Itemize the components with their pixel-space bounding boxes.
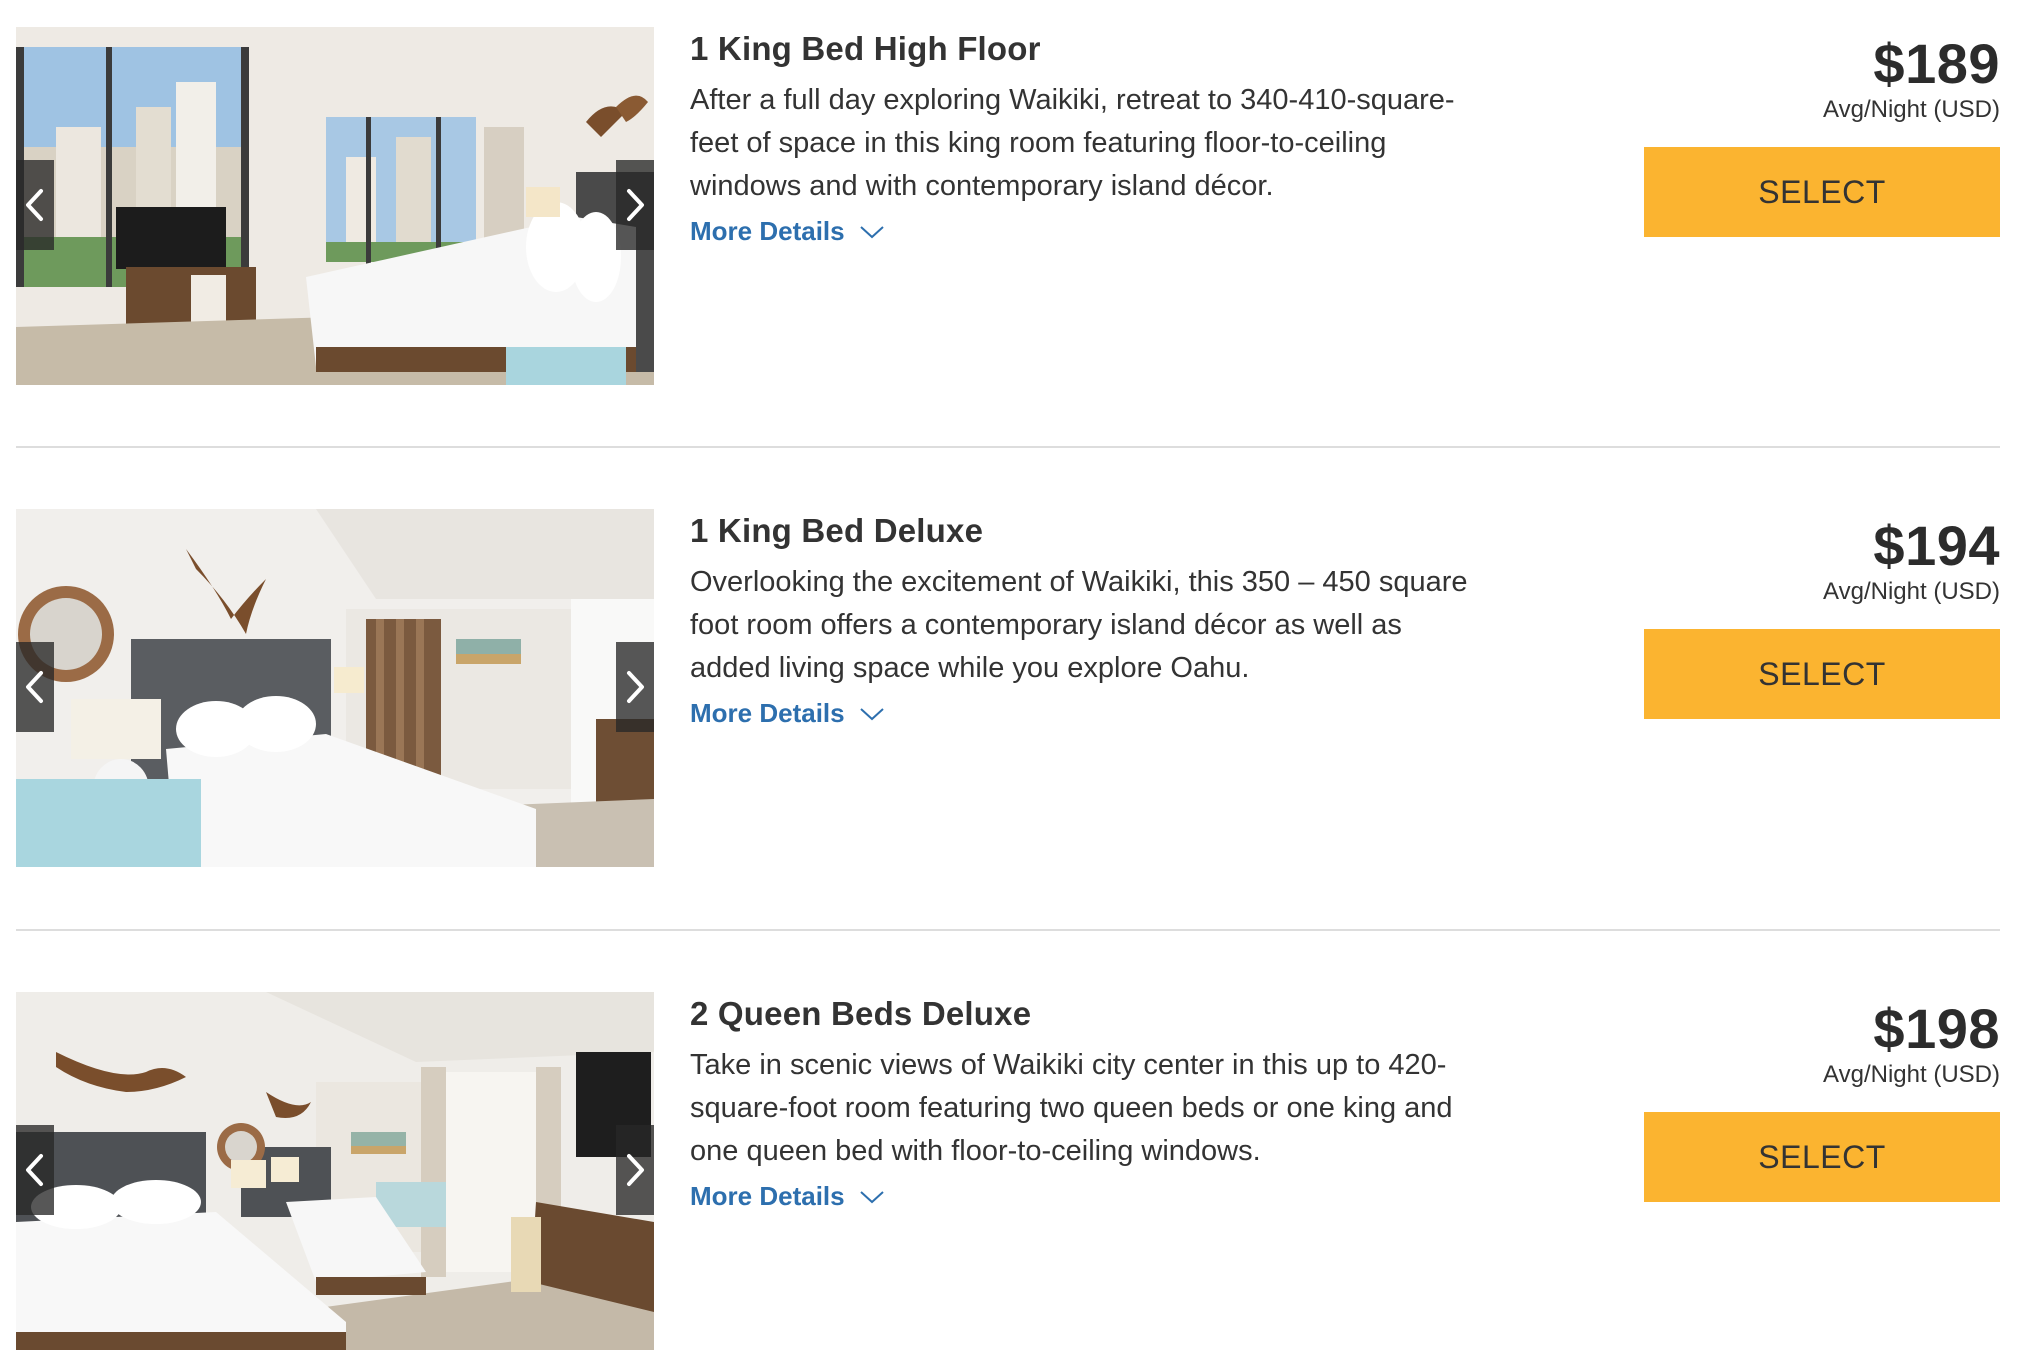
- chevron-left-icon: [26, 671, 43, 703]
- room-title: 1 King Bed Deluxe: [690, 512, 984, 549]
- chevron-right-icon: [627, 671, 644, 703]
- select-room-button[interactable]: SELECT: [1644, 629, 2000, 719]
- price-column: $194 Avg/Night (USD) SELECT: [1640, 509, 2000, 719]
- chevron-right-icon: [627, 1154, 644, 1186]
- price-unit-label: Avg/Night (USD): [1823, 578, 2000, 605]
- carousel-prev-button[interactable]: [16, 1125, 54, 1215]
- room-price: $189: [1873, 32, 2000, 95]
- chevron-down-icon: [859, 707, 884, 720]
- room-price: $194: [1873, 514, 2000, 577]
- chevron-down-icon: [859, 1190, 884, 1203]
- select-room-button[interactable]: SELECT: [1644, 147, 2000, 237]
- carousel-next-button[interactable]: [616, 642, 654, 732]
- more-details-link[interactable]: More Details: [690, 216, 885, 247]
- price-unit-label: Avg/Night (USD): [1823, 1061, 2000, 1088]
- more-details-label: More Details: [690, 216, 845, 246]
- room-image-carousel[interactable]: [16, 27, 654, 385]
- price-column: $198 Avg/Night (USD) SELECT: [1640, 992, 2000, 1202]
- more-details-label: More Details: [690, 698, 845, 728]
- room-image-carousel[interactable]: [16, 992, 654, 1350]
- room-photo: [16, 27, 654, 385]
- room-divider: [16, 446, 2000, 448]
- chevron-left-icon: [26, 189, 43, 221]
- room-title: 1 King Bed High Floor: [690, 30, 1041, 67]
- price-unit-label: Avg/Night (USD): [1823, 96, 2000, 123]
- select-room-button[interactable]: SELECT: [1644, 1112, 2000, 1202]
- price-column: $189 Avg/Night (USD) SELECT: [1640, 27, 2000, 237]
- room-divider: [16, 929, 2000, 931]
- more-details-label: More Details: [690, 1181, 845, 1211]
- room-title: 2 Queen Beds Deluxe: [690, 995, 1032, 1032]
- carousel-prev-button[interactable]: [16, 160, 54, 250]
- more-details-link[interactable]: More Details: [690, 1181, 885, 1212]
- room-image-carousel[interactable]: [16, 509, 654, 867]
- room-card: 1 King Bed Deluxe Overlooking the excite…: [16, 509, 2000, 869]
- room-price: $198: [1873, 997, 2000, 1060]
- room-card: 1 King Bed High Floor After a full day e…: [16, 27, 2000, 387]
- more-details-link[interactable]: More Details: [690, 698, 885, 729]
- chevron-right-icon: [627, 189, 644, 221]
- room-info: 1 King Bed High Floor After a full day e…: [690, 27, 1490, 247]
- room-list: 1 King Bed High Floor After a full day e…: [0, 0, 2030, 1362]
- chevron-left-icon: [26, 1154, 43, 1186]
- carousel-next-button[interactable]: [616, 1125, 654, 1215]
- room-photo: [16, 992, 654, 1350]
- room-card: 2 Queen Beds Deluxe Take in scenic views…: [16, 992, 2000, 1352]
- carousel-prev-button[interactable]: [16, 642, 54, 732]
- room-description: Overlooking the excitement of Waikiki, t…: [690, 566, 1468, 684]
- room-info: 1 King Bed Deluxe Overlooking the excite…: [690, 509, 1490, 729]
- carousel-next-button[interactable]: [616, 160, 654, 250]
- room-description: After a full day exploring Waikiki, retr…: [690, 84, 1455, 202]
- room-description: Take in scenic views of Waikiki city cen…: [690, 1049, 1453, 1167]
- room-photo: [16, 509, 654, 867]
- chevron-down-icon: [859, 225, 884, 238]
- room-info: 2 Queen Beds Deluxe Take in scenic views…: [690, 992, 1490, 1212]
